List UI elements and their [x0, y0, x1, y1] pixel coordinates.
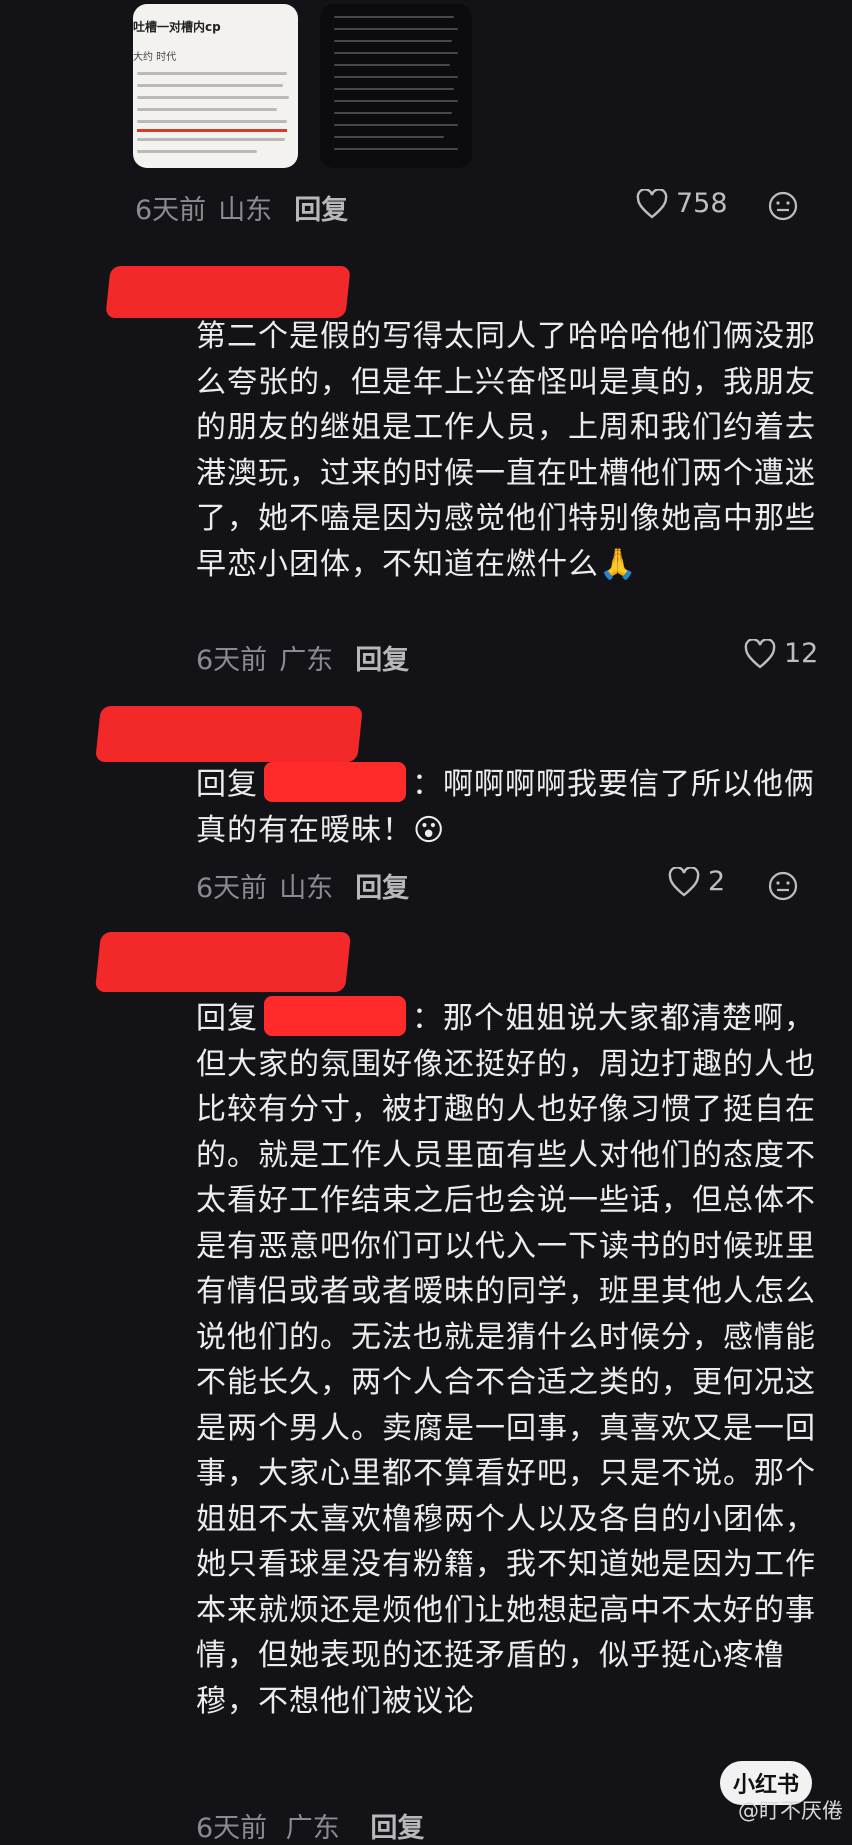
- redacted-username: [264, 762, 406, 802]
- location: 广东: [279, 645, 334, 676]
- reply-prefix: 回复: [196, 767, 258, 802]
- comment-meta: 6天前 山东 回复: [135, 188, 348, 227]
- redacted-avatar-username: [95, 706, 363, 762]
- location: 山东: [218, 195, 273, 226]
- emoji-reaction-icon[interactable]: [767, 870, 799, 902]
- timestamp: 6天前: [196, 645, 268, 676]
- redacted-avatar-username: [94, 932, 352, 992]
- like-button[interactable]: 758: [636, 188, 728, 219]
- heart-icon: [636, 188, 668, 219]
- reply-button[interactable]: 回复: [294, 188, 348, 227]
- reply-prefix: 回复: [196, 1001, 258, 1036]
- comment-meta: 6天前 广东 回复: [196, 638, 409, 677]
- timestamp: 6天前: [196, 1813, 268, 1844]
- weibo-watermark: @盯不厌倦: [738, 1799, 843, 1823]
- location: 广东: [285, 1813, 340, 1844]
- reply-button[interactable]: 回复: [355, 866, 409, 905]
- heart-icon: [668, 866, 700, 897]
- comment-meta: 6天前 广东 回复: [196, 1806, 424, 1845]
- like-count: 758: [676, 188, 728, 219]
- timestamp: 6天前: [196, 873, 268, 904]
- attached-image-2[interactable]: [320, 4, 472, 168]
- thumbnail-title: 吐槽一对槽内cp: [133, 20, 221, 34]
- like-count: 2: [708, 866, 726, 897]
- comment-text: 回复 ：那个姐姐说大家都清楚啊，但大家的氛围好像还挺好的，周边打趣的人也比较有分寸…: [196, 996, 816, 1724]
- redacted-avatar-username: [105, 266, 351, 318]
- comment-meta: 6天前 山东 回复: [196, 866, 409, 905]
- redacted-username: [264, 996, 406, 1036]
- like-button[interactable]: 2: [668, 866, 725, 897]
- like-count: 12: [784, 638, 819, 669]
- reply-button[interactable]: 回复: [370, 1813, 424, 1844]
- location: 山东: [279, 873, 334, 904]
- comment-text: 第二个是假的写得太同人了哈哈哈他们俩没那么夸张的，但是年上兴奋怪叫是真的，我朋友…: [196, 319, 816, 582]
- emoji-reaction-icon[interactable]: [767, 190, 799, 222]
- like-button[interactable]: 12: [744, 638, 818, 669]
- reply-button[interactable]: 回复: [355, 638, 409, 677]
- comment-body: ：那个姐姐说大家都清楚啊，但大家的氛围好像还挺好的，周边打趣的人也比较有分寸，被…: [196, 1001, 816, 1719]
- comment-text: 回复 ：啊啊啊啊我要信了所以他俩真的有在暧昧！😮: [196, 762, 816, 853]
- attached-image-1[interactable]: 吐槽一对槽内cp 大约 时代: [133, 4, 298, 168]
- thumbnail-subtitle: 大约 时代: [133, 52, 177, 63]
- heart-icon: [744, 638, 776, 669]
- timestamp: 6天前: [135, 195, 207, 226]
